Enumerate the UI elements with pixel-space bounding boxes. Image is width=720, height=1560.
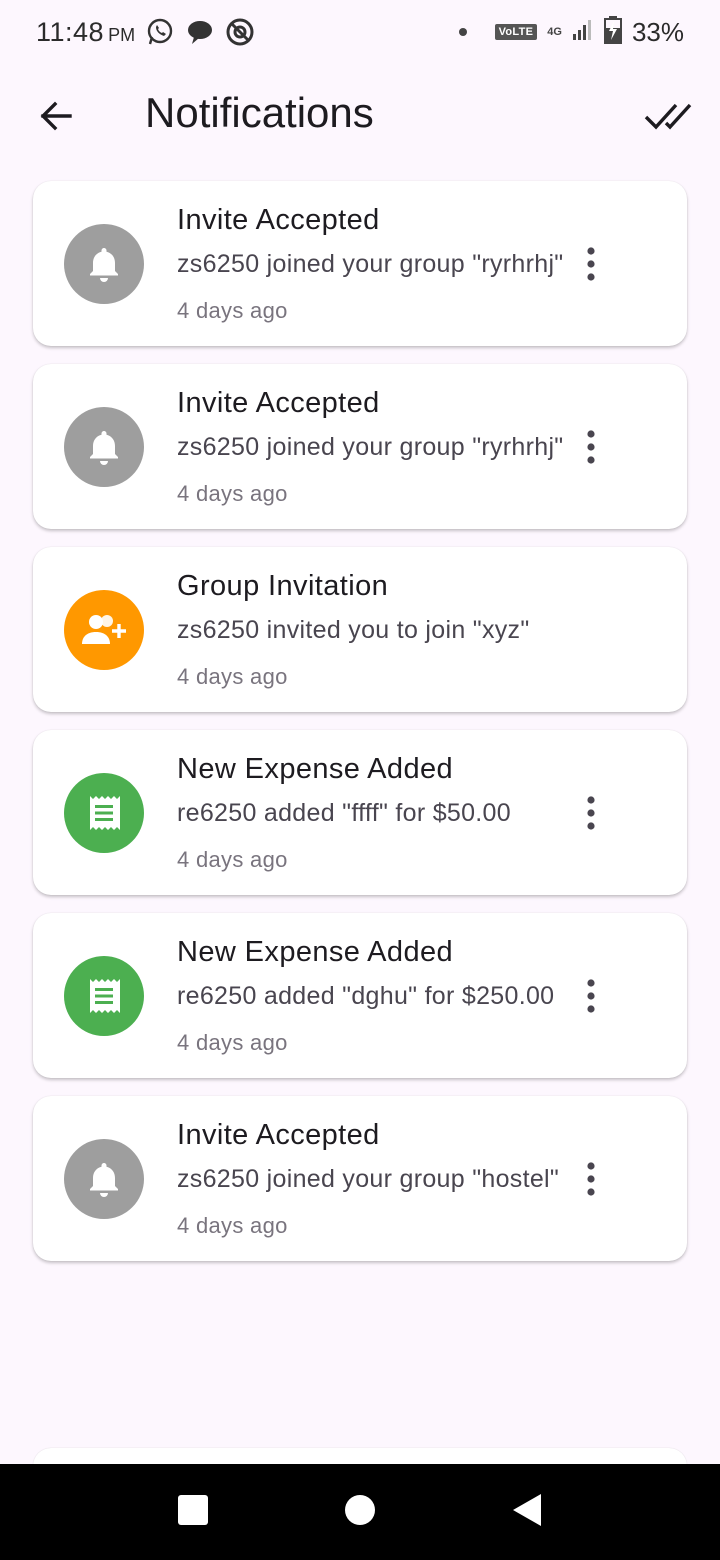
battery-percent: 33% bbox=[631, 16, 684, 47]
notification-title: New Expense Added bbox=[177, 936, 454, 968]
notification-card[interactable]: Group Invitation zs6250 invited you to jo… bbox=[33, 547, 687, 712]
notification-text: Invite Accepted zs6250 joined your group … bbox=[177, 201, 567, 326]
notification-list: Invite Accepted zs6250 joined your group … bbox=[33, 181, 687, 1279]
more-vert-icon bbox=[586, 429, 596, 464]
notification-card[interactable]: Invite Accepted zs6250 joined your group … bbox=[33, 1096, 687, 1261]
status-bar-right: VoLTE 4G 33% bbox=[458, 15, 684, 49]
system-back-button[interactable] bbox=[497, 1482, 557, 1542]
notification-time: 4 days ago bbox=[177, 1213, 288, 1238]
home-circle-icon bbox=[344, 1494, 376, 1531]
notification-title: Invite Accepted bbox=[177, 204, 380, 236]
more-vert-icon bbox=[586, 795, 596, 830]
more-vert-icon bbox=[586, 978, 596, 1013]
notification-avatar bbox=[64, 955, 144, 1036]
clock-time: 11:48 bbox=[36, 16, 105, 47]
recents-button[interactable] bbox=[163, 1482, 223, 1542]
more-options-button[interactable] bbox=[575, 972, 607, 1020]
notification-body: zs6250 joined your group "hostel" bbox=[177, 1165, 560, 1193]
notification-body: zs6250 joined your group "ryrhrhj" bbox=[177, 250, 564, 278]
notification-avatar bbox=[64, 1138, 144, 1219]
notification-card[interactable]: Invite Accepted zs6250 joined your group … bbox=[33, 181, 687, 346]
status-bar-left: 11:48 PM bbox=[36, 17, 255, 48]
done-all-icon bbox=[644, 101, 692, 136]
clock-ampm: PM bbox=[108, 24, 136, 45]
more-vert-icon bbox=[586, 1161, 596, 1196]
notification-body: re6250 added "dghu" for $250.00 bbox=[177, 982, 555, 1010]
arrow-back-icon bbox=[38, 98, 74, 139]
mark-all-read-button[interactable] bbox=[636, 90, 700, 146]
notification-title: Invite Accepted bbox=[177, 1119, 380, 1151]
notification-avatar bbox=[64, 589, 144, 670]
receipt-icon bbox=[84, 976, 124, 1016]
notification-time: 4 days ago bbox=[177, 847, 288, 872]
notification-text: Group Invitation zs6250 invited you to jo… bbox=[177, 567, 567, 692]
notification-dot-icon bbox=[458, 28, 467, 36]
notification-avatar bbox=[64, 406, 144, 487]
notification-time: 4 days ago bbox=[177, 481, 288, 506]
notification-text: New Expense Added re6250 added "dghu" for… bbox=[177, 933, 567, 1058]
bell-icon bbox=[84, 427, 124, 467]
more-options-button[interactable] bbox=[575, 423, 607, 471]
notification-card[interactable]: Invite Accepted zs6250 joined your group … bbox=[33, 364, 687, 529]
battery-charging-icon bbox=[603, 15, 622, 49]
notification-time: 4 days ago bbox=[177, 664, 288, 689]
volte-badge: VoLTE bbox=[494, 24, 538, 40]
signal-icon bbox=[572, 19, 594, 46]
whatsapp-icon bbox=[145, 17, 175, 47]
system-nav-bar bbox=[0, 1464, 720, 1560]
page-title: Notifications bbox=[145, 89, 374, 136]
notification-title: Invite Accepted bbox=[177, 387, 380, 419]
chat-bubble-icon bbox=[185, 17, 215, 47]
network-type: 4G bbox=[547, 26, 562, 38]
status-bar: 11:48 PM VoLTE 4G 33% bbox=[0, 0, 720, 64]
notification-body: re6250 added "ffff" for $50.00 bbox=[177, 799, 511, 827]
notification-card[interactable]: New Expense Added re6250 added "ffff" for… bbox=[33, 730, 687, 895]
notification-body: zs6250 joined your group "ryrhrhj" bbox=[177, 433, 564, 461]
notification-text: Invite Accepted zs6250 joined your group … bbox=[177, 384, 567, 509]
group-add-icon bbox=[79, 610, 129, 650]
bell-icon bbox=[84, 244, 124, 284]
vpn-icon bbox=[225, 17, 255, 47]
more-options-button[interactable] bbox=[575, 1155, 607, 1203]
receipt-icon bbox=[84, 793, 124, 833]
notification-avatar bbox=[64, 772, 144, 853]
notification-body: zs6250 invited you to join "xyz" bbox=[177, 616, 530, 644]
recents-square-icon bbox=[177, 1494, 209, 1531]
bell-icon bbox=[84, 1159, 124, 1199]
app-bar: Notifications bbox=[0, 64, 720, 168]
notification-text: Invite Accepted zs6250 joined your group … bbox=[177, 1116, 567, 1241]
back-triangle-icon bbox=[511, 1493, 543, 1532]
notification-card[interactable]: New Expense Added re6250 added "dghu" for… bbox=[33, 913, 687, 1078]
notification-text: New Expense Added re6250 added "ffff" for… bbox=[177, 750, 567, 875]
more-options-button[interactable] bbox=[575, 789, 607, 837]
home-button[interactable] bbox=[330, 1482, 390, 1542]
notification-title: New Expense Added bbox=[177, 753, 454, 785]
notification-avatar bbox=[64, 223, 144, 304]
notification-time: 4 days ago bbox=[177, 298, 288, 323]
back-button[interactable] bbox=[28, 90, 84, 146]
notification-time: 4 days ago bbox=[177, 1030, 288, 1055]
notification-title: Group Invitation bbox=[177, 570, 389, 602]
more-vert-icon bbox=[586, 246, 596, 281]
more-options-button[interactable] bbox=[575, 240, 607, 288]
clock: 11:48 PM bbox=[36, 17, 135, 48]
